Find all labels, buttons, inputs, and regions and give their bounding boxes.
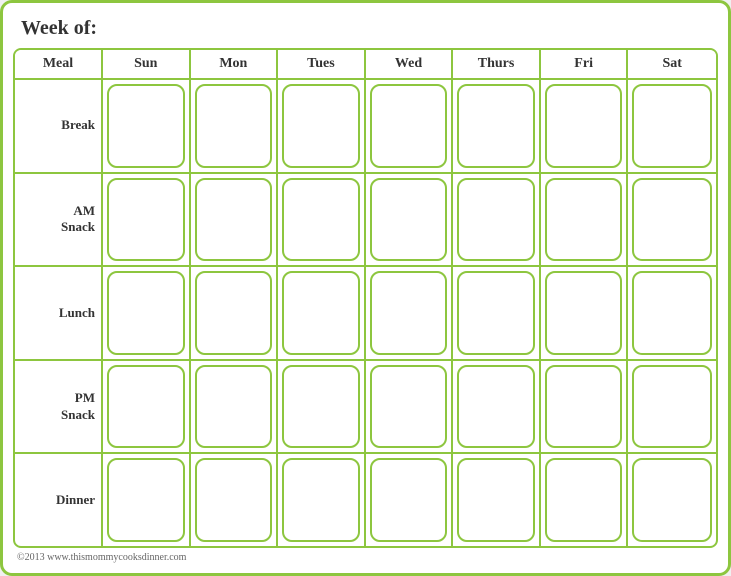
row-pm-snack: PM Snack <box>15 361 716 455</box>
cell-pmsnack-thurs[interactable] <box>453 361 541 453</box>
meal-label-pm-snack: PM Snack <box>15 361 103 453</box>
meal-label-breakfast: Break <box>15 80 103 172</box>
cell-amsnack-sun[interactable] <box>103 174 191 266</box>
col-header-meal: Meal <box>15 50 103 78</box>
cell-dinner-sat[interactable] <box>628 454 716 546</box>
col-header-mon: Mon <box>191 50 279 78</box>
meal-grid: Meal Sun Mon Tues Wed Thurs Fri Sat Brea… <box>13 48 718 548</box>
col-header-sat: Sat <box>628 50 716 78</box>
cell-dinner-fri[interactable] <box>541 454 629 546</box>
cell-dinner-sun[interactable] <box>103 454 191 546</box>
col-header-sun: Sun <box>103 50 191 78</box>
cell-lunch-wed[interactable] <box>366 267 454 359</box>
cell-breakfast-mon[interactable] <box>191 80 279 172</box>
cell-dinner-thurs[interactable] <box>453 454 541 546</box>
header-row: Meal Sun Mon Tues Wed Thurs Fri Sat <box>15 50 716 80</box>
row-am-snack: AM Snack <box>15 174 716 268</box>
cell-pmsnack-fri[interactable] <box>541 361 629 453</box>
cell-amsnack-sat[interactable] <box>628 174 716 266</box>
cell-pmsnack-sun[interactable] <box>103 361 191 453</box>
meal-label-am-snack: AM Snack <box>15 174 103 266</box>
cell-lunch-sun[interactable] <box>103 267 191 359</box>
cell-lunch-sat[interactable] <box>628 267 716 359</box>
cell-amsnack-fri[interactable] <box>541 174 629 266</box>
col-header-wed: Wed <box>366 50 454 78</box>
cell-breakfast-sun[interactable] <box>103 80 191 172</box>
cell-breakfast-wed[interactable] <box>366 80 454 172</box>
col-header-thurs: Thurs <box>453 50 541 78</box>
cell-breakfast-sat[interactable] <box>628 80 716 172</box>
col-header-fri: Fri <box>541 50 629 78</box>
cell-breakfast-thurs[interactable] <box>453 80 541 172</box>
cell-lunch-tues[interactable] <box>278 267 366 359</box>
week-of-label: Week of: <box>13 13 718 48</box>
cell-pmsnack-sat[interactable] <box>628 361 716 453</box>
col-header-tues: Tues <box>278 50 366 78</box>
cell-amsnack-mon[interactable] <box>191 174 279 266</box>
cell-pmsnack-mon[interactable] <box>191 361 279 453</box>
cell-amsnack-thurs[interactable] <box>453 174 541 266</box>
cell-amsnack-wed[interactable] <box>366 174 454 266</box>
footer-copyright: ©2013 www.thismommycooksdinner.com <box>13 548 718 563</box>
meal-label-lunch: Lunch <box>15 267 103 359</box>
meal-label-dinner: Dinner <box>15 454 103 546</box>
cell-dinner-mon[interactable] <box>191 454 279 546</box>
cell-amsnack-tues[interactable] <box>278 174 366 266</box>
cell-dinner-wed[interactable] <box>366 454 454 546</box>
cell-lunch-mon[interactable] <box>191 267 279 359</box>
row-lunch: Lunch <box>15 267 716 361</box>
cell-lunch-fri[interactable] <box>541 267 629 359</box>
meal-planner-page: Week of: Meal Sun Mon Tues Wed Thurs Fri… <box>0 0 731 576</box>
row-breakfast: Break <box>15 80 716 174</box>
cell-pmsnack-wed[interactable] <box>366 361 454 453</box>
cell-breakfast-tues[interactable] <box>278 80 366 172</box>
cell-pmsnack-tues[interactable] <box>278 361 366 453</box>
cell-breakfast-fri[interactable] <box>541 80 629 172</box>
cell-lunch-thurs[interactable] <box>453 267 541 359</box>
row-dinner: Dinner <box>15 454 716 546</box>
body-rows: Break AM Snack <box>15 80 716 546</box>
cell-dinner-tues[interactable] <box>278 454 366 546</box>
